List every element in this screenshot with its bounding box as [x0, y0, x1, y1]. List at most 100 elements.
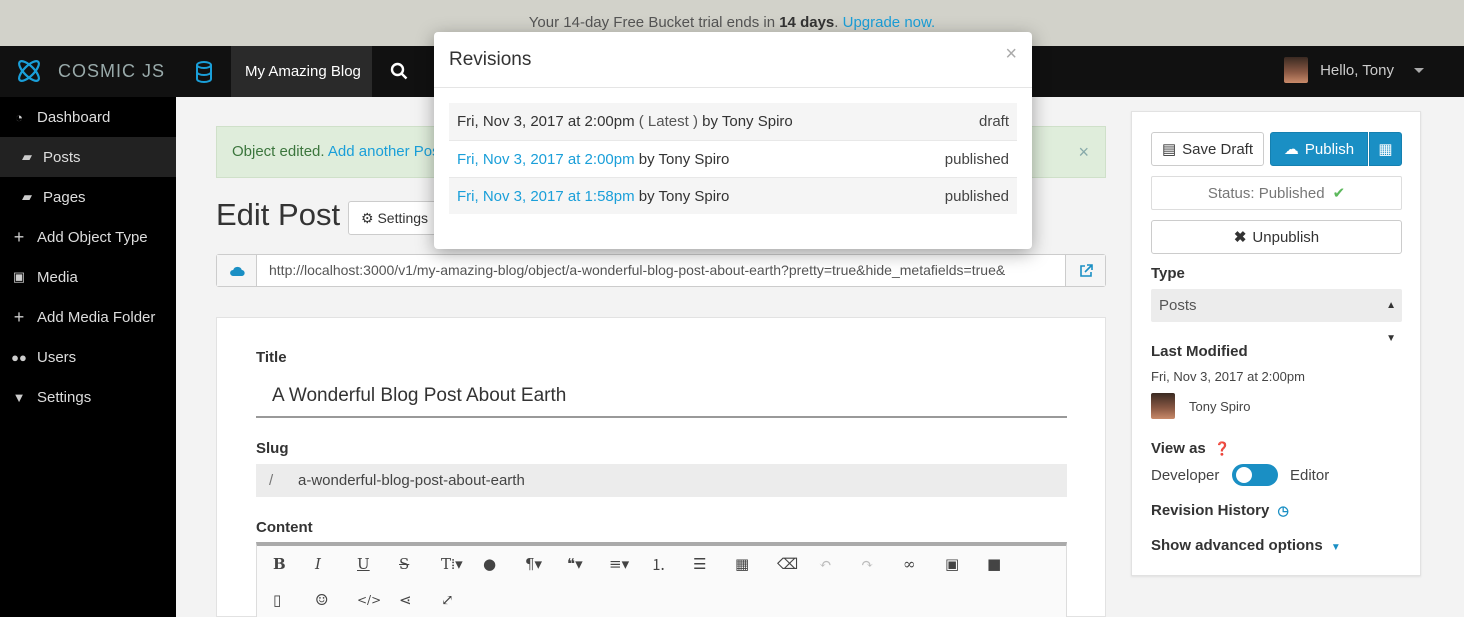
- file-icon[interactable]: ▯: [273, 591, 315, 609]
- api-url-field[interactable]: http://localhost:3000/v1/my-amazing-blog…: [257, 255, 1065, 286]
- sidebar-item-add-object-type[interactable]: + Add Object Type: [0, 217, 176, 257]
- sidebar-item-label: Settings: [37, 388, 92, 406]
- revision-history-link[interactable]: Revision History ◷: [1151, 502, 1289, 519]
- ordered-list-icon[interactable]: ⒈: [651, 554, 693, 575]
- folder-icon: ▰: [22, 149, 32, 164]
- clock-icon: ◷: [1277, 503, 1289, 518]
- revision-by: by: [638, 187, 655, 205]
- last-modified-date: Fri, Nov 3, 2017 at 2:00pm: [1151, 369, 1305, 384]
- logo[interactable]: COSMIC JS: [14, 57, 165, 85]
- revisions-table: Fri, Nov 3, 2017 at 2:00pm ( Latest ) by…: [449, 103, 1017, 214]
- developer-label: Developer: [1151, 467, 1220, 484]
- publish-button[interactable]: ☁ Publish: [1270, 132, 1368, 166]
- save-icon: ▤: [1161, 141, 1177, 158]
- image-icon[interactable]: ▣: [945, 555, 987, 573]
- sidebar-item-label: Add Media Folder: [37, 308, 156, 326]
- sidebar-item-add-media-folder[interactable]: + Add Media Folder: [0, 297, 176, 337]
- advanced-options-toggle[interactable]: Show advanced options ▼: [1151, 537, 1341, 554]
- redo-icon[interactable]: ↷: [861, 555, 903, 573]
- sidebar-item-posts[interactable]: ▰ Posts: [0, 137, 176, 177]
- add-another-link[interactable]: Add another Pos: [328, 143, 440, 160]
- fullscreen-icon[interactable]: ⤢: [441, 591, 483, 609]
- publish-label: Publish: [1304, 140, 1355, 158]
- latest-tag: ( Latest ): [638, 113, 698, 130]
- italic-icon[interactable]: I: [315, 555, 357, 573]
- share-icon[interactable]: ⋖: [399, 591, 441, 609]
- sidebar-item-dashboard[interactable]: ◔ Dashboard: [0, 97, 176, 137]
- last-modified-label: Last Modified: [1151, 343, 1248, 360]
- type-label: Type: [1151, 265, 1185, 282]
- table-row: Fri, Nov 3, 2017 at 2:00pm by Tony Spiro…: [449, 140, 1017, 177]
- quote-icon[interactable]: ❝▾: [567, 555, 609, 573]
- view-as-label: View as ❓: [1151, 440, 1230, 457]
- sidebar-item-label: Posts: [43, 148, 81, 166]
- revision-link[interactable]: Fri, Nov 3, 2017 at 2:00pm: [457, 151, 635, 168]
- eraser-icon[interactable]: ⌫: [777, 555, 819, 573]
- editor-toolbar: B I U S T⁞▾ ● ¶▾ ❝▾ ≡▾ ⒈ ☰ ▦ ⌫ ↶ ↷ ∞ ▣ ■…: [256, 542, 1067, 617]
- view-mode-toggle[interactable]: [1232, 464, 1278, 486]
- revision-date: Fri, Nov 3, 2017 at 2:00pm: [457, 113, 635, 130]
- advanced-options-text: Show advanced options: [1151, 537, 1323, 554]
- type-select[interactable]: Posts ▲ ▼: [1151, 289, 1402, 344]
- revision-info: Fri, Nov 3, 2017 at 1:58pm by Tony Spiro: [457, 188, 729, 205]
- table-icon[interactable]: ▦: [735, 555, 777, 573]
- check-icon: ✔: [1332, 185, 1346, 202]
- unpublish-button[interactable]: ✖ Unpublish: [1151, 220, 1402, 254]
- revision-author: Tony Spiro: [721, 113, 793, 130]
- post-editor-card: Title A Wonderful Blog Post About Earth …: [216, 317, 1106, 617]
- color-icon[interactable]: ●: [483, 555, 525, 573]
- slug-input[interactable]: / a-wonderful-blog-post-about-earth: [256, 464, 1067, 497]
- external-link-icon[interactable]: [1065, 255, 1105, 286]
- caret-down-icon: ▼: [1330, 542, 1341, 553]
- title-input[interactable]: A Wonderful Blog Post About Earth: [256, 376, 1067, 418]
- logo-text: COSMIC JS: [58, 60, 166, 81]
- code-icon[interactable]: </>: [357, 593, 399, 607]
- database-icon[interactable]: [195, 61, 213, 86]
- align-icon[interactable]: ≡▾: [609, 555, 651, 573]
- upgrade-link[interactable]: Upgrade now.: [843, 14, 936, 31]
- slug-prefix: /: [269, 472, 274, 489]
- video-icon[interactable]: ■: [987, 555, 1029, 573]
- sidebar-item-media[interactable]: ▣ Media: [0, 257, 176, 297]
- search-icon[interactable]: [390, 62, 408, 83]
- settings-button[interactable]: ⚙ Settings: [348, 201, 448, 235]
- page-title: Edit Post: [216, 197, 341, 232]
- close-icon[interactable]: ×: [1078, 127, 1089, 177]
- strikethrough-icon[interactable]: S: [399, 555, 441, 573]
- revision-author: Tony Spiro: [658, 187, 730, 205]
- dashboard-icon: ◔: [15, 109, 23, 125]
- avatar: [1151, 393, 1175, 419]
- calendar-icon: ▦: [1378, 141, 1393, 158]
- undo-icon[interactable]: ↶: [819, 555, 861, 573]
- schedule-button[interactable]: ▦: [1369, 132, 1402, 166]
- help-icon[interactable]: ❓: [1214, 441, 1230, 456]
- bold-icon[interactable]: B: [273, 555, 315, 573]
- revision-link[interactable]: Fri, Nov 3, 2017 at 1:58pm: [457, 188, 635, 205]
- select-arrows-icon: ▲ ▼: [1386, 300, 1396, 344]
- bucket-tab[interactable]: My Amazing Blog: [231, 46, 372, 97]
- cloud-upload-icon: ☁: [1283, 141, 1299, 158]
- gear-icon: ⚙: [361, 210, 374, 226]
- paragraph-icon[interactable]: ¶▾: [525, 555, 567, 573]
- close-icon[interactable]: ×: [1005, 26, 1017, 82]
- toggle-knob: [1236, 467, 1252, 483]
- sidebar-item-label: Add Object Type: [37, 228, 148, 246]
- modified-by-name: Tony Spiro: [1189, 398, 1251, 414]
- slug-value: a-wonderful-blog-post-about-earth: [298, 472, 525, 489]
- emoji-icon[interactable]: ☺: [315, 591, 357, 609]
- publish-panel: ▤ Save Draft ☁ Publish ▦ Status: Publish…: [1131, 111, 1421, 576]
- revisions-modal: Revisions × Fri, Nov 3, 2017 at 2:00pm (…: [434, 32, 1032, 249]
- type-value: Posts: [1159, 297, 1197, 314]
- user-greeting: Hello, Tony: [1320, 61, 1394, 79]
- underline-icon[interactable]: U: [357, 555, 399, 573]
- save-draft-button[interactable]: ▤ Save Draft: [1151, 132, 1264, 166]
- link-icon[interactable]: ∞: [903, 555, 945, 573]
- sidebar-item-settings[interactable]: ▼ Settings: [0, 377, 176, 417]
- user-menu[interactable]: Hello, Tony: [1284, 57, 1424, 83]
- revision-author: Tony Spiro: [658, 150, 730, 168]
- unordered-list-icon[interactable]: ☰: [693, 555, 735, 573]
- sidebar-item-users[interactable]: ●● Users: [0, 337, 176, 377]
- sidebar-item-pages[interactable]: ▰ Pages: [0, 177, 176, 217]
- font-size-icon[interactable]: T⁞▾: [441, 555, 483, 574]
- sidebar-item-label: Media: [37, 268, 78, 286]
